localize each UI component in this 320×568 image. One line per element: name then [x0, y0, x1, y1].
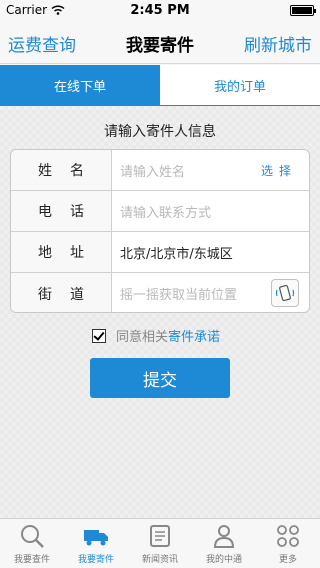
- agreement-row: 同意相关 寄件承诺: [92, 326, 220, 345]
- street-input[interactable]: 摇一摇获取当前位置: [120, 273, 237, 312]
- sender-form: 姓名 请输入姓名 选择 电话 请输入联系方式 地址 北京/北京市/东城区 街道 …: [10, 149, 310, 313]
- refresh-city-button[interactable]: 刷新城市: [244, 31, 312, 56]
- tab-my-orders[interactable]: 我的订单: [160, 65, 320, 105]
- shake-phone-icon: [275, 284, 295, 302]
- form-title: 请输入寄件人信息: [104, 124, 216, 140]
- navigation-bar: 运费查询 我要寄件 刷新城市: [0, 20, 320, 64]
- divider: [111, 191, 112, 231]
- news-icon: [150, 525, 170, 547]
- battery-icon: [290, 5, 316, 16]
- agree-checkbox[interactable]: [92, 328, 106, 343]
- tabbar-item-send[interactable]: 我要寄件: [64, 519, 128, 568]
- tab-bar: 我要查件 我要寄件 新闻资讯 我的中通 更多: [0, 518, 320, 568]
- shipping-promise-link[interactable]: 寄件承诺: [168, 326, 220, 345]
- tabbar-label: 我要查件: [13, 555, 50, 565]
- tabbar-label: 我的中通: [205, 555, 242, 565]
- submit-button[interactable]: 提交: [90, 358, 230, 398]
- agree-text: 同意相关: [116, 330, 169, 345]
- phone-label: 电话: [11, 191, 111, 231]
- form-row-street: 街道 摇一摇获取当前位置: [11, 273, 309, 312]
- name-label: 姓名: [11, 150, 111, 190]
- divider: [111, 273, 112, 312]
- street-label: 街道: [11, 273, 111, 312]
- tabbar-label: 新闻资讯: [141, 555, 178, 565]
- phone-input[interactable]: 请输入联系方式: [120, 191, 211, 231]
- segmented-tabs: 在线下单 我的订单: [0, 65, 320, 106]
- search-icon: [21, 525, 44, 548]
- tabbar-item-track[interactable]: 我要查件: [0, 519, 64, 568]
- tabbar-item-account[interactable]: 我的中通: [192, 519, 256, 568]
- address-picker[interactable]: 北京/北京市/东城区: [120, 232, 233, 272]
- content-area: 请输入寄件人信息 姓名 请输入姓名 选择 电话 请输入联系方式 地址 北京/北京…: [0, 106, 320, 518]
- truck-icon: [84, 530, 108, 546]
- name-input[interactable]: 请输入姓名: [120, 150, 185, 190]
- shake-locate-button[interactable]: [271, 279, 299, 307]
- tab-online-order[interactable]: 在线下单: [0, 65, 160, 105]
- form-row-phone: 电话 请输入联系方式: [11, 191, 309, 232]
- more-icon: [277, 525, 299, 547]
- user-icon: [213, 525, 235, 548]
- address-label: 地址: [11, 232, 111, 272]
- divider: [111, 232, 112, 272]
- divider: [111, 150, 112, 190]
- status-bar: Carrier 2:45 PM: [0, 0, 320, 20]
- tabbar-item-news[interactable]: 新闻资讯: [128, 519, 192, 568]
- freight-query-button[interactable]: 运费查询: [8, 31, 76, 56]
- tabbar-item-more[interactable]: 更多: [256, 519, 320, 568]
- form-row-name: 姓名 请输入姓名 选择: [11, 150, 309, 191]
- tabbar-label: 更多: [278, 555, 297, 565]
- select-contact-button[interactable]: 选择: [261, 162, 297, 179]
- form-row-address: 地址 北京/北京市/东城区: [11, 232, 309, 273]
- tabbar-label: 我要寄件: [77, 555, 114, 565]
- status-time: 2:45 PM: [130, 3, 190, 18]
